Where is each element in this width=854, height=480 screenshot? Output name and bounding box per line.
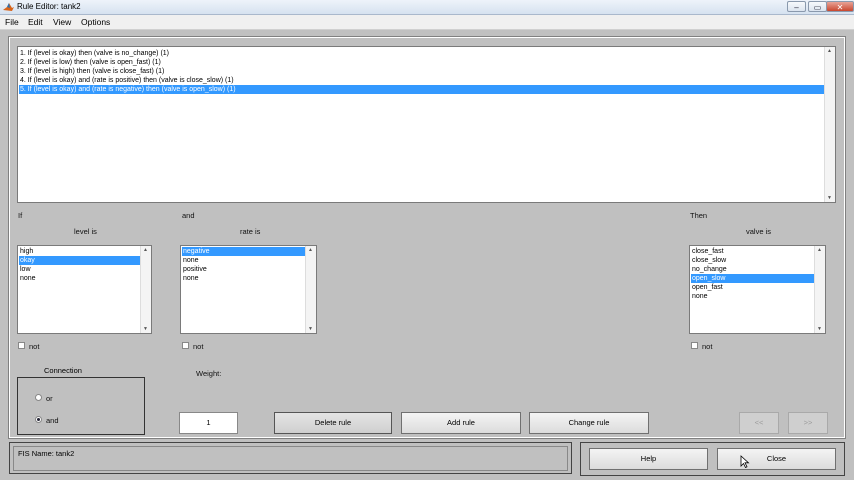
valve-option-selected[interactable]: open_slow — [691, 274, 815, 283]
close-button[interactable]: Close — [717, 448, 836, 470]
and-radio[interactable] — [35, 416, 42, 423]
or-radio[interactable] — [35, 394, 42, 401]
connection-title: Connection — [40, 366, 86, 375]
or-label: or — [46, 394, 53, 403]
if-label: If — [18, 211, 23, 220]
title-bar: Rule Editor: tank2 – ▭ ✕ — [0, 0, 854, 15]
rate-scrollbar[interactable]: ▲ ▼ — [305, 246, 316, 333]
scroll-up-icon[interactable]: ▲ — [817, 247, 822, 253]
level-option[interactable]: high — [19, 247, 141, 256]
menu-bar: File Edit View Options — [0, 15, 854, 30]
valve-scrollbar[interactable]: ▲ ▼ — [814, 246, 825, 333]
add-rule-button[interactable]: Add rule — [401, 412, 521, 434]
scroll-up-icon[interactable]: ▲ — [143, 247, 148, 253]
then-label: Then — [690, 211, 708, 220]
rate-is-label: rate is — [240, 227, 261, 236]
rule-item[interactable]: 4. If (level is okay) and (rate is posit… — [19, 76, 826, 85]
scroll-down-icon[interactable]: ▼ — [817, 326, 822, 332]
level-listbox[interactable]: high okay low none ▲ ▼ — [17, 245, 152, 334]
rules-list[interactable]: 1. If (level is okay) then (valve is no_… — [17, 46, 836, 203]
delete-rule-button[interactable]: Delete rule — [274, 412, 392, 434]
level-not-checkbox[interactable] — [18, 342, 25, 349]
rate-option[interactable]: none — [182, 274, 306, 283]
menu-view[interactable]: View — [53, 17, 71, 27]
rate-not-label: not — [193, 342, 204, 351]
valve-option[interactable]: close_slow — [691, 256, 815, 265]
rule-item[interactable]: 3. If (level is high) then (valve is clo… — [19, 67, 826, 76]
close-window-button[interactable]: ✕ — [826, 1, 854, 12]
level-option[interactable]: low — [19, 265, 141, 274]
minimize-button[interactable]: – — [787, 1, 806, 12]
valve-is-label: valve is — [746, 227, 772, 236]
level-option-selected[interactable]: okay — [19, 256, 141, 265]
valve-option[interactable]: open_fast — [691, 283, 815, 292]
valve-option[interactable]: close_fast — [691, 247, 815, 256]
menu-edit[interactable]: Edit — [28, 17, 43, 27]
scroll-up-icon[interactable]: ▲ — [308, 247, 313, 253]
rate-not-checkbox[interactable] — [182, 342, 189, 349]
window-title: Rule Editor: tank2 — [17, 2, 81, 11]
weight-input[interactable]: 1 — [179, 412, 238, 434]
help-button[interactable]: Help — [589, 448, 708, 470]
scroll-up-icon[interactable]: ▲ — [827, 48, 832, 54]
mouse-cursor-icon — [740, 455, 750, 468]
valve-not-label: not — [702, 342, 713, 351]
level-scrollbar[interactable]: ▲ ▼ — [140, 246, 151, 333]
rate-listbox[interactable]: negative none positive none ▲ ▼ — [180, 245, 317, 334]
rules-scrollbar[interactable]: ▲ ▼ — [824, 47, 835, 202]
next-rule-button[interactable]: >> — [788, 412, 828, 434]
valve-option[interactable]: none — [691, 292, 815, 301]
valve-not-checkbox[interactable] — [691, 342, 698, 349]
fis-name-status: FIS Name: tank2 — [18, 449, 75, 458]
maximize-button[interactable]: ▭ — [808, 1, 827, 12]
rate-option-selected[interactable]: negative — [182, 247, 306, 256]
level-is-label: level is — [74, 227, 97, 236]
level-not-label: not — [29, 342, 40, 351]
and-label: and — [182, 211, 195, 220]
rate-option[interactable]: positive — [182, 265, 306, 274]
change-rule-button[interactable]: Change rule — [529, 412, 649, 434]
previous-rule-button[interactable]: << — [739, 412, 779, 434]
valve-listbox[interactable]: close_fast close_slow no_change open_slo… — [689, 245, 826, 334]
scroll-down-icon[interactable]: ▼ — [308, 326, 313, 332]
connection-group — [17, 377, 145, 435]
rule-item[interactable]: 2. If (level is low) then (valve is open… — [19, 58, 826, 67]
menu-options[interactable]: Options — [81, 17, 110, 27]
scroll-down-icon[interactable]: ▼ — [827, 195, 832, 201]
level-option[interactable]: none — [19, 274, 141, 283]
menu-file[interactable]: File — [5, 17, 19, 27]
rate-option[interactable]: none — [182, 256, 306, 265]
rule-item[interactable]: 1. If (level is okay) then (valve is no_… — [19, 49, 826, 58]
weight-label: Weight: — [196, 369, 222, 378]
status-field — [13, 446, 568, 471]
rule-item-selected[interactable]: 5. If (level is okay) and (rate is negat… — [19, 85, 826, 94]
scroll-down-icon[interactable]: ▼ — [143, 326, 148, 332]
matlab-icon — [3, 3, 14, 11]
and-radio-label: and — [46, 416, 59, 425]
valve-option[interactable]: no_change — [691, 265, 815, 274]
